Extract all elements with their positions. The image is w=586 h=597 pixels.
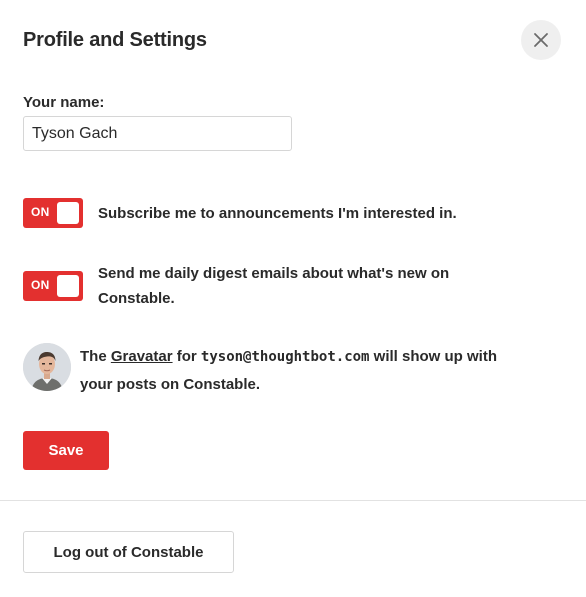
close-icon xyxy=(534,33,548,47)
announcements-toggle[interactable]: ON xyxy=(23,198,83,228)
save-button[interactable]: Save xyxy=(23,431,109,470)
toggle-state-label: ON xyxy=(31,205,50,219)
gravatar-notice: The Gravatar for tyson@thoughtbot.com wi… xyxy=(80,343,560,398)
user-email: tyson@thoughtbot.com xyxy=(200,349,370,365)
toggle-knob xyxy=(57,202,79,224)
divider xyxy=(0,500,586,501)
name-input[interactable] xyxy=(23,116,292,151)
toggle-knob xyxy=(57,275,79,297)
profile-settings-modal: Profile and Settings Your name: ON Subsc… xyxy=(0,0,586,597)
close-button[interactable] xyxy=(521,20,561,60)
logout-button[interactable]: Log out of Constable xyxy=(23,531,234,573)
avatar-icon xyxy=(23,343,71,391)
toggle-label-line: Constable. xyxy=(98,290,175,307)
gravatar-suffix-line2: your posts on Constable. xyxy=(80,376,261,393)
page-title: Profile and Settings xyxy=(23,29,207,51)
gravatar-link[interactable]: Gravatar xyxy=(111,348,173,365)
daily-digest-toggle-label: Send me daily digest emails about what's… xyxy=(98,261,449,311)
announcements-toggle-label: Subscribe me to announcements I'm intere… xyxy=(98,201,457,226)
toggle-label-line: Send me daily digest emails about what's… xyxy=(98,265,450,282)
user-avatar xyxy=(23,343,71,391)
gravatar-suffix: will show up with xyxy=(373,348,497,365)
toggle-label-line: Subscribe me to announcements I'm intere… xyxy=(98,205,457,222)
gravatar-prefix: The xyxy=(80,348,107,365)
name-field-label: Your name: xyxy=(23,94,105,111)
toggle-state-label: ON xyxy=(31,278,50,292)
daily-digest-toggle[interactable]: ON xyxy=(23,271,83,301)
gravatar-middle: for xyxy=(176,348,197,365)
